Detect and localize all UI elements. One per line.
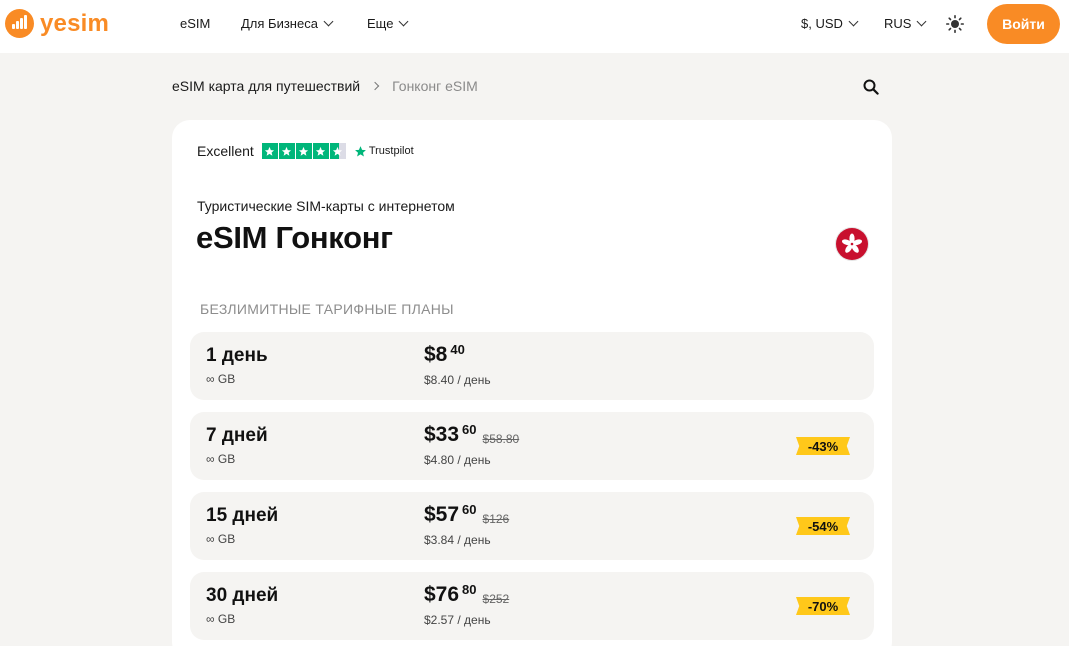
- plan-card[interactable]: 15 дней ∞ GB $57 60 $126 $3.84 / день -5…: [190, 492, 874, 560]
- chevron-down-icon: [917, 16, 927, 27]
- price-cents: 60: [462, 422, 477, 437]
- breadcrumb-parent-link[interactable]: eSIM карта для путешествий: [172, 78, 360, 94]
- trustpilot-brand-label: Trustpilot: [368, 145, 414, 157]
- logo-text: yesim: [40, 9, 110, 37]
- price-old: $252: [482, 592, 510, 606]
- page-title: eSIM Гонконг: [196, 220, 393, 255]
- price-main: $8: [424, 343, 448, 366]
- plan-card[interactable]: 7 дней ∞ GB $33 60 $58.80 $4.80 / день -…: [190, 412, 874, 480]
- plan-card[interactable]: 1 день ∞ GB $8 40 $8.40 / день: [190, 332, 874, 400]
- price-main: $76: [424, 583, 460, 606]
- chevron-down-icon: [848, 16, 859, 27]
- breadcrumb: eSIM карта для путешествий Гонконг eSIM: [172, 78, 478, 94]
- price-cents: 40: [450, 342, 465, 357]
- price-old: $126: [482, 512, 510, 526]
- plan-per-day: $3.84 / день: [424, 533, 491, 547]
- trustpilot-stars: [261, 143, 347, 159]
- plan-data: ∞ GB: [206, 532, 236, 546]
- chevron-down-icon: [399, 16, 409, 27]
- currency-label: $, USD: [801, 16, 843, 31]
- hong-kong-flag-icon: [836, 228, 868, 260]
- plan-data: ∞ GB: [206, 372, 236, 386]
- currency-selector[interactable]: $, USD: [801, 16, 859, 31]
- plan-card[interactable]: 30 дней ∞ GB $76 80 $252 $2.57 / день -7…: [190, 572, 874, 640]
- nav-more-label: Еще: [367, 16, 394, 31]
- top-header: yesim eSIM Для Бизнеса Еще $, USD RUS Во…: [0, 0, 1069, 53]
- price-cents: 60: [462, 502, 477, 517]
- star-icon: [261, 143, 278, 159]
- chevron-down-icon: [323, 16, 334, 27]
- hero-subtitle: Туристические SIM-карты с интернетом: [197, 198, 455, 214]
- trustpilot-widget[interactable]: Excellent Trustpilot: [197, 143, 414, 159]
- plan-data: ∞ GB: [206, 612, 236, 626]
- discount-badge: -54%: [796, 517, 850, 535]
- language-label: RUS: [884, 16, 912, 31]
- trustpilot-brand: Trustpilot: [354, 145, 414, 158]
- trustpilot-rating-label: Excellent: [197, 143, 254, 159]
- language-selector[interactable]: RUS: [884, 16, 927, 31]
- plan-price: $76 80 $252: [424, 582, 510, 607]
- yesim-logo[interactable]: yesim: [5, 9, 109, 38]
- nav-business-label: Для Бизнеса: [241, 16, 318, 31]
- price-cents: 80: [462, 582, 477, 597]
- search-icon[interactable]: [863, 79, 879, 95]
- plan-duration: 7 дней: [206, 425, 268, 446]
- nav-business[interactable]: Для Бизнеса: [241, 16, 334, 31]
- plan-per-day: $8.40 / день: [424, 373, 491, 387]
- star-icon: [295, 143, 312, 159]
- plan-price: $33 60 $58.80: [424, 422, 520, 447]
- sun-icon[interactable]: [946, 15, 964, 33]
- plan-per-day: $4.80 / день: [424, 453, 491, 467]
- discount-badge: -43%: [796, 437, 850, 455]
- half-star-icon: [329, 143, 346, 159]
- plan-duration: 30 дней: [206, 585, 279, 606]
- price-old: $58.80: [482, 432, 520, 446]
- nav-esim[interactable]: eSIM: [180, 16, 210, 31]
- plan-price: $8 40: [424, 342, 465, 367]
- login-button[interactable]: Войти: [987, 4, 1060, 44]
- nav-more[interactable]: Еще: [367, 16, 409, 31]
- price-main: $33: [424, 423, 460, 446]
- plan-data: ∞ GB: [206, 452, 236, 466]
- nav-esim-label: eSIM: [180, 16, 211, 31]
- plan-duration: 15 дней: [206, 505, 279, 526]
- plan-price: $57 60 $126: [424, 502, 510, 527]
- star-icon: [312, 143, 329, 159]
- breadcrumb-current: Гонконг eSIM: [392, 78, 478, 94]
- section-label: БЕЗЛИМИТНЫЕ ТАРИФНЫЕ ПЛАНЫ: [200, 301, 454, 317]
- trustpilot-star-icon: [354, 145, 366, 156]
- plan-per-day: $2.57 / день: [424, 613, 491, 627]
- logo-icon: [5, 9, 34, 38]
- discount-badge: -70%: [796, 597, 850, 615]
- country-card: Excellent Trustpilot Туристические SIM-к…: [172, 120, 892, 646]
- star-icon: [278, 143, 295, 159]
- chevron-right-icon: [370, 81, 380, 91]
- price-main: $57: [424, 503, 460, 526]
- plan-duration: 1 день: [206, 345, 268, 366]
